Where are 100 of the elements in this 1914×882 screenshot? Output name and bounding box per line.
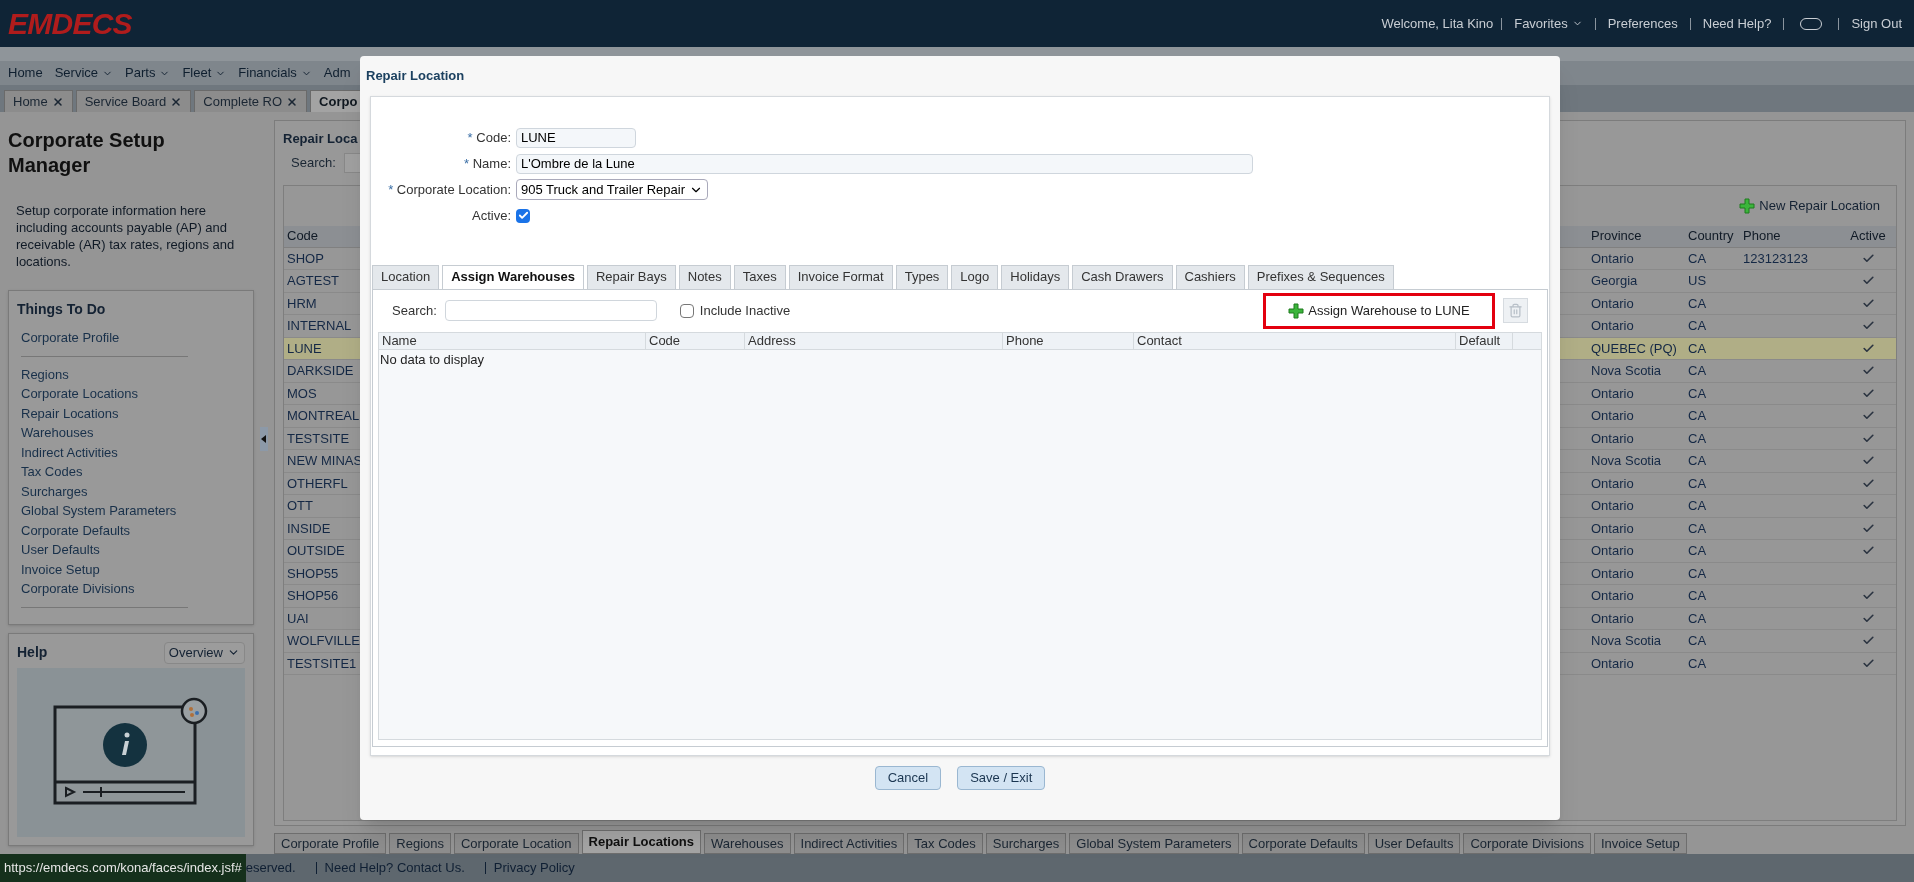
- column-header[interactable]: Contact: [1134, 332, 1456, 349]
- nav-menu-item[interactable]: Fleet: [182, 63, 227, 83]
- page-tab[interactable]: Home: [4, 90, 73, 112]
- section-tab[interactable]: Warehouses: [704, 833, 791, 854]
- section-tab[interactable]: Corporate Profile: [274, 833, 387, 854]
- dialog-tab[interactable]: Taxes: [733, 264, 786, 289]
- setup-link[interactable]: Repair Locations: [21, 403, 119, 423]
- collapse-handle-icon[interactable]: [260, 427, 268, 451]
- table-cell-text: Nova Scotia: [1590, 362, 1663, 380]
- section-tab[interactable]: Surcharges: [985, 833, 1067, 854]
- header-link[interactable]: Favorites: [1510, 13, 1587, 34]
- section-tab[interactable]: Regions: [389, 833, 451, 854]
- column-header[interactable]: Phone: [1740, 226, 1840, 246]
- table-cell-text: SHOP55: [286, 564, 340, 583]
- setup-link[interactable]: Surcharges: [21, 481, 88, 501]
- dialog-tab[interactable]: Assign Warehouses: [442, 264, 584, 289]
- close-icon[interactable]: [170, 95, 183, 108]
- footer-link[interactable]: Privacy Policy: [493, 858, 575, 878]
- table-cell-text: CA: [1687, 362, 1708, 380]
- text-field[interactable]: L'Ombre de la Lune: [516, 153, 1253, 174]
- setup-link[interactable]: Invoice Setup: [21, 559, 100, 579]
- setup-link[interactable]: Corporate Locations: [21, 384, 139, 404]
- help-dropdown[interactable]: Overview: [163, 642, 245, 664]
- nav-menu-item[interactable]: Adm: [323, 63, 351, 83]
- table-cell-text: CA: [1687, 632, 1708, 650]
- table-cell-text: UAI: [286, 609, 310, 628]
- table-cell-text: Ontario: [1590, 609, 1635, 628]
- dialog-tab[interactable]: Location: [372, 264, 440, 289]
- section-tab[interactable]: User Defaults: [1367, 833, 1461, 854]
- section-tab[interactable]: Repair Locations: [581, 830, 702, 854]
- dialog-tab[interactable]: Holidays: [1001, 264, 1070, 289]
- table-cell-text: OUTSIDE: [286, 542, 346, 560]
- close-icon[interactable]: [286, 95, 299, 108]
- table-cell-text: WOLFVILLE: [286, 632, 361, 650]
- section-tab[interactable]: Invoice Setup: [1593, 833, 1687, 854]
- setup-link[interactable]: Indirect Activities: [21, 442, 118, 462]
- setup-link[interactable]: Regions: [21, 364, 69, 384]
- sign-out-link[interactable]: Sign Out: [1847, 13, 1906, 34]
- setup-link[interactable]: Corporate Divisions: [21, 579, 135, 599]
- dialog-tab[interactable]: Repair Bays: [586, 264, 676, 289]
- setup-link[interactable]: Tax Codes: [21, 462, 83, 482]
- table-cell-text: Ontario: [1590, 474, 1635, 493]
- setup-link[interactable]: Corporate Defaults: [21, 520, 131, 540]
- dialog-tab[interactable]: Notes: [678, 264, 731, 289]
- dialog-button[interactable]: Cancel: [874, 765, 942, 790]
- setup-link[interactable]: Corporate Profile: [21, 328, 120, 348]
- column-header[interactable]: Code: [646, 332, 745, 349]
- text-field[interactable]: LUNE: [516, 127, 636, 148]
- footer-link[interactable]: Need Help? Contact Us.: [324, 858, 465, 878]
- section-tab[interactable]: Tax Codes: [907, 833, 983, 854]
- section-tab[interactable]: Corporate Location: [454, 833, 579, 854]
- trash-icon: [1508, 303, 1523, 318]
- page-tab[interactable]: Complete RO: [194, 90, 308, 112]
- column-header[interactable]: Province: [1588, 226, 1685, 246]
- column-header[interactable]: Active: [1840, 226, 1896, 246]
- dialog-tab[interactable]: Types: [895, 264, 949, 289]
- table-cell-text: CA: [1687, 654, 1708, 673]
- close-icon[interactable]: [51, 95, 64, 108]
- column-header[interactable]: Address: [745, 332, 1003, 349]
- dialog-button[interactable]: Save / Exit: [957, 765, 1046, 790]
- setup-link[interactable]: Warehouses: [21, 423, 94, 443]
- section-tab[interactable]: Corporate Defaults: [1241, 833, 1365, 854]
- search-field[interactable]: [444, 300, 657, 321]
- table-cell-text: LUNE: [286, 339, 323, 358]
- dialog-tab[interactable]: Cash Drawers: [1072, 264, 1173, 289]
- column-header[interactable]: Name: [379, 332, 646, 349]
- section-tab[interactable]: Indirect Activities: [793, 833, 905, 854]
- header-link[interactable]: Preferences: [1603, 13, 1682, 34]
- nav-menu-item[interactable]: Home: [8, 63, 43, 83]
- section-tab[interactable]: Global System Parameters: [1069, 833, 1239, 854]
- dialog-tab[interactable]: Logo: [951, 264, 999, 289]
- setup-link[interactable]: Global System Parameters: [21, 501, 177, 521]
- column-header[interactable]: Phone: [1003, 332, 1134, 349]
- table-cell-text: Ontario: [1590, 317, 1635, 335]
- setup-link[interactable]: User Defaults: [21, 540, 100, 560]
- plus-icon: [1739, 197, 1756, 214]
- dialog-tab[interactable]: Cashiers: [1175, 264, 1245, 289]
- nav-menu-item[interactable]: Parts: [125, 63, 171, 83]
- column-header[interactable]: Country: [1685, 226, 1740, 246]
- table-cell-text: NEW MINAS: [286, 452, 364, 470]
- table-cell-text: CA: [1687, 339, 1708, 358]
- column-header[interactable]: Default: [1456, 332, 1513, 349]
- header-link[interactable]: Need Help?: [1698, 13, 1776, 34]
- table-cell-text: CA: [1687, 519, 1708, 538]
- table-cell-text: CA: [1687, 384, 1708, 403]
- assign-warehouse-button[interactable]: Assign Warehouse to LUNE: [1263, 292, 1495, 329]
- panel-title: Things To Do: [17, 300, 107, 319]
- table-cell-text: Ontario: [1590, 497, 1635, 515]
- nav-menu-item[interactable]: Financials: [238, 63, 312, 83]
- nav-menu-item[interactable]: Service: [54, 63, 114, 83]
- active-checkbox[interactable]: [516, 208, 530, 223]
- dialog-tab[interactable]: Prefixes & Sequences: [1247, 264, 1394, 289]
- page-tab[interactable]: Service Board: [75, 90, 192, 112]
- location-select[interactable]: 905 Truck and Trailer Repair: [516, 179, 709, 200]
- status-url: https://emdecs.com/kona/faces/index.jsf#: [0, 854, 246, 882]
- new-repair-location-button[interactable]: New Repair Location: [1739, 195, 1880, 216]
- section-tab[interactable]: Corporate Divisions: [1463, 833, 1591, 854]
- table-cell-text: Ontario: [1590, 564, 1635, 583]
- dialog-tab[interactable]: Invoice Format: [788, 264, 893, 289]
- table-cell-text: OTT: [286, 497, 314, 515]
